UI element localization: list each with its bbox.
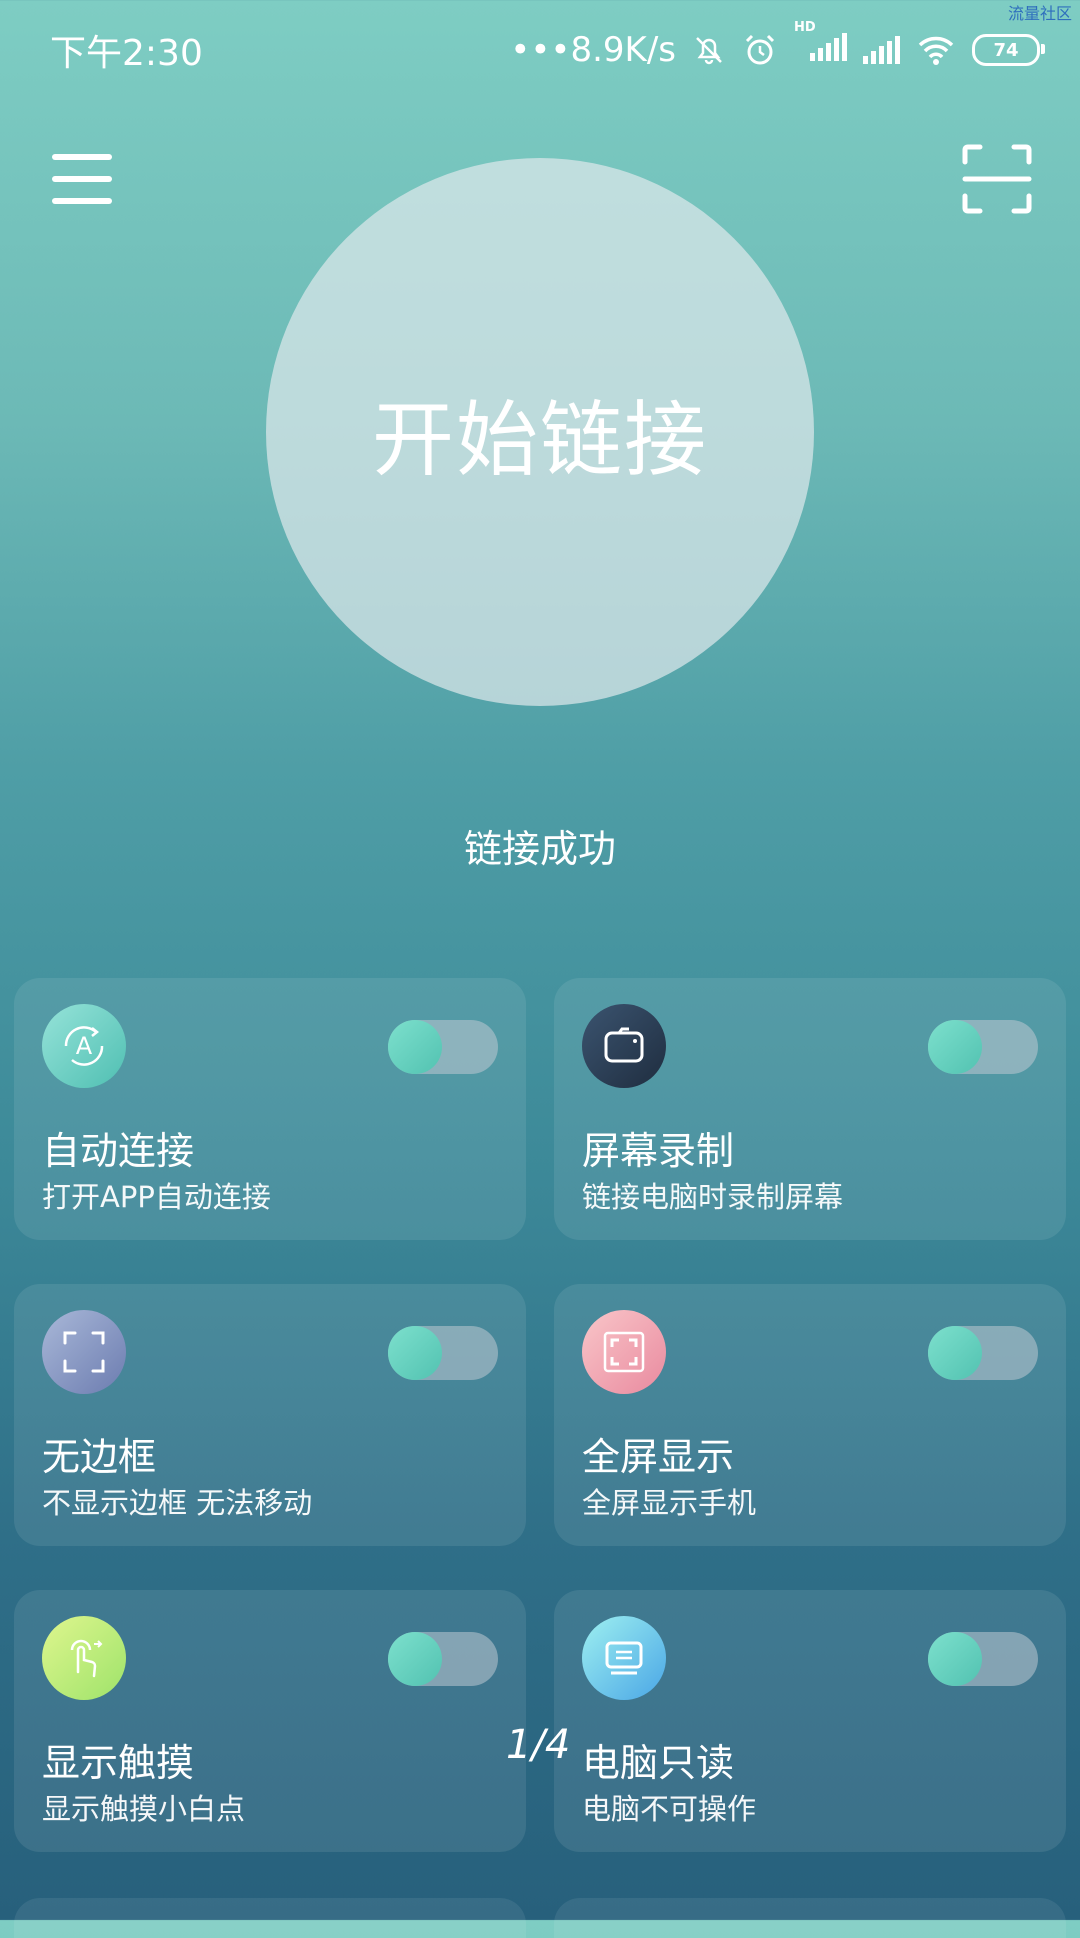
start-connect-label: 开始链接 (371, 392, 708, 488)
page-indicator: 1/4 (506, 1722, 571, 1768)
card-show-touch[interactable]: 显示触摸 显示触摸小白点 (14, 1590, 526, 1852)
card-auto-connect[interactable]: A 自动连接 打开APP自动连接 (14, 978, 526, 1240)
card-fullscreen[interactable]: 全屏显示 全屏显示手机 (554, 1284, 1066, 1546)
auto-connect-toggle[interactable] (388, 1020, 498, 1074)
alarm-icon (745, 34, 775, 65)
status-bar: 下午2:30 •••8.9K/s HD 74 (0, 0, 1080, 100)
card-title: 显示触摸 (42, 1741, 195, 1785)
card-subtitle: 显示触摸小白点 (42, 1792, 246, 1826)
card-subtitle: 打开APP自动连接 (42, 1180, 271, 1214)
frameless-toggle[interactable] (388, 1326, 498, 1380)
network-speed: •••8.9K/s (510, 30, 676, 70)
hd-label: HD (794, 20, 816, 35)
battery-icon: 74 (972, 34, 1045, 66)
pc-readonly-toggle[interactable] (928, 1632, 1038, 1686)
menu-icon[interactable] (52, 154, 112, 204)
start-connect-button[interactable]: 开始链接 (266, 158, 814, 706)
fullscreen-icon (582, 1310, 666, 1394)
signal-icon (863, 36, 900, 64)
card-subtitle: 链接电脑时录制屏幕 (582, 1180, 844, 1214)
fullscreen-toggle[interactable] (928, 1326, 1038, 1380)
next-card-peek (554, 1898, 1066, 1938)
status-indicators: •••8.9K/s HD 74 (510, 20, 1045, 70)
screen-record-toggle[interactable] (928, 1020, 1038, 1074)
card-subtitle: 不显示边框 无法移动 (42, 1486, 313, 1520)
scan-icon[interactable] (962, 144, 1032, 214)
card-title: 全屏显示 (582, 1435, 735, 1479)
card-title: 自动连接 (42, 1129, 195, 1173)
card-pc-readonly[interactable]: 电脑只读 电脑不可操作 (554, 1590, 1066, 1852)
battery-level: 74 (993, 39, 1019, 61)
status-time: 下午2:30 (50, 33, 203, 74)
frame-icon (42, 1310, 126, 1394)
card-screen-record[interactable]: 屏幕录制 链接电脑时录制屏幕 (554, 978, 1066, 1240)
connection-status: 链接成功 (463, 827, 616, 871)
card-subtitle: 全屏显示手机 (582, 1486, 757, 1520)
monitor-icon (582, 1616, 666, 1700)
auto-connect-icon: A (42, 1004, 126, 1088)
svg-text:A: A (76, 1032, 93, 1060)
card-title: 电脑只读 (582, 1741, 735, 1785)
screen-record-icon (582, 1004, 666, 1088)
card-title: 屏幕录制 (582, 1129, 735, 1173)
mute-bell-icon (696, 37, 722, 65)
hd-signal-icon: HD (794, 20, 847, 70)
wifi-icon (918, 36, 954, 65)
card-subtitle: 电脑不可操作 (582, 1792, 757, 1826)
card-frameless[interactable]: 无边框 不显示边框 无法移动 (14, 1284, 526, 1546)
touch-icon (42, 1616, 126, 1700)
card-title: 无边框 (42, 1435, 157, 1479)
show-touch-toggle[interactable] (388, 1632, 498, 1686)
next-card-peek (14, 1898, 526, 1938)
